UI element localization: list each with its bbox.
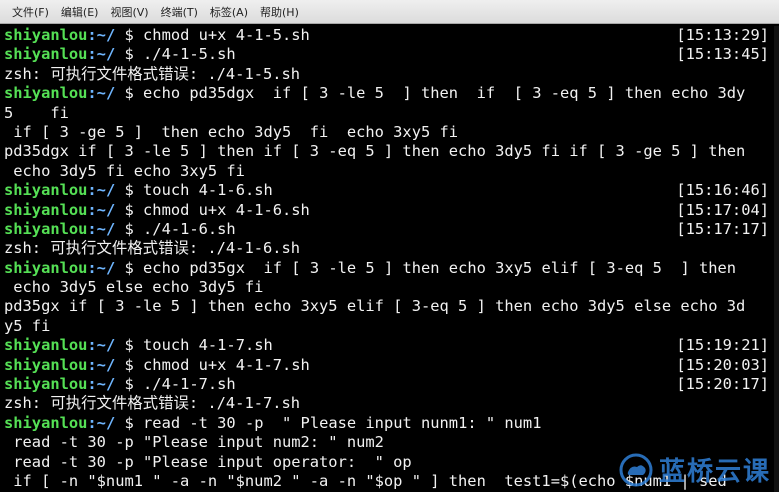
command-text: echo pd35dgx if [ 3 -le 5 ] then if [ 3 … xyxy=(143,84,746,103)
output-line: echo 3dy5 fi echo 3xy5 fi xyxy=(4,161,245,180)
prompt-user: shiyanlou xyxy=(4,45,88,64)
command-text: touch 4-1-7.sh xyxy=(143,336,273,355)
prompt-symbol: $ xyxy=(115,181,144,200)
timestamp: [15:13:45] xyxy=(676,45,769,64)
terminal-output[interactable]: shiyanlou:~/ $ chmod u+x 4-1-5.sh [15:13:… xyxy=(4,26,775,492)
prompt-symbol: $ xyxy=(115,26,144,44)
prompt-line: shiyanlou:~/ $ ./4-1-5.sh [15:13:45] xyxy=(4,45,775,64)
output-line: pd35dgx if [ 3 -le 5 ] then if [ 3 -eq 5… xyxy=(4,142,746,161)
timestamp: [15:13:29] xyxy=(676,26,769,44)
prompt-path: :~/ xyxy=(87,181,116,200)
output-line: read -t 30 -p "Please input num2: " num2 xyxy=(4,433,384,452)
menu-bar: 文件(F) 编辑(E) 视图(V) 终端(T) 标签(A) 帮助(H) xyxy=(0,0,779,24)
timestamp: [15:16:46] xyxy=(676,181,769,200)
prompt-user: shiyanlou xyxy=(4,258,88,277)
prompt-user: shiyanlou xyxy=(4,181,88,200)
prompt-line: shiyanlou:~/ $ echo pd35gx if [ 3 -le 5 … xyxy=(4,259,775,278)
prompt-user: shiyanlou xyxy=(4,219,88,238)
prompt-user: shiyanlou xyxy=(4,413,88,432)
command-text: chmod u+x 4-1-5.sh xyxy=(143,26,310,44)
prompt-path: :~/ xyxy=(87,45,116,64)
timestamp: [15:20:17] xyxy=(676,375,769,394)
output-line: zsh: 可执行文件格式错误: ./4-1-7.sh xyxy=(4,394,301,413)
prompt-line: shiyanlou:~/ $ chmod u+x 4-1-5.sh [15:13:… xyxy=(4,26,775,45)
prompt-path: :~/ xyxy=(87,26,116,44)
timestamp: [15:19:21] xyxy=(676,336,769,355)
prompt-path: :~/ xyxy=(87,258,116,277)
prompt-user: shiyanlou xyxy=(4,26,88,44)
prompt-symbol: $ xyxy=(115,45,144,64)
prompt-symbol: $ xyxy=(115,413,144,432)
prompt-user: shiyanlou xyxy=(4,200,88,219)
menu-view[interactable]: 视图(V) xyxy=(104,4,154,20)
prompt-user: shiyanlou xyxy=(4,375,88,394)
watermark: 蓝桥云课 xyxy=(619,451,771,488)
prompt-line: shiyanlou:~/ $ touch 4-1-6.sh [15:16:46] xyxy=(4,181,775,200)
output-line: y5 fi xyxy=(4,316,51,335)
prompt-symbol: $ xyxy=(115,219,144,238)
menu-file[interactable]: 文件(F) xyxy=(6,4,55,20)
prompt-user: shiyanlou xyxy=(4,355,88,374)
prompt-line: shiyanlou:~/ $ ./4-1-7.sh [15:20:17] xyxy=(4,375,775,394)
prompt-line: shiyanlou:~/ $ ./4-1-6.sh [15:17:17] xyxy=(4,220,775,239)
menu-help[interactable]: 帮助(H) xyxy=(254,4,305,20)
command-text: ./4-1-6.sh xyxy=(143,219,236,238)
command-text: chmod u+x 4-1-6.sh xyxy=(143,200,310,219)
prompt-symbol: $ xyxy=(115,258,144,277)
prompt-path: :~/ xyxy=(87,219,116,238)
output-line: echo 3dy5 else echo 3dy5 fi xyxy=(4,278,264,297)
command-text: ./4-1-7.sh xyxy=(143,375,236,394)
prompt-line: shiyanlou:~/ $ echo pd35dgx if [ 3 -le 5… xyxy=(4,84,775,103)
prompt-user: shiyanlou xyxy=(4,336,88,355)
prompt-symbol: $ xyxy=(115,200,144,219)
command-text: echo pd35gx if [ 3 -le 5 ] then echo 3xy… xyxy=(143,258,737,277)
terminal-window: 文件(F) 编辑(E) 视图(V) 终端(T) 标签(A) 帮助(H) shiy… xyxy=(0,0,779,492)
command-text: read -t 30 -p " Please input nunm1: " nu… xyxy=(143,413,542,432)
prompt-symbol: $ xyxy=(115,84,144,103)
command-text: ./4-1-5.sh xyxy=(143,45,236,64)
menu-terminal[interactable]: 终端(T) xyxy=(155,4,204,20)
prompt-line: shiyanlou:~/ $ chmod u+x 4-1-6.sh [15:17:… xyxy=(4,201,775,220)
prompt-path: :~/ xyxy=(87,336,116,355)
prompt-path: :~/ xyxy=(87,413,116,432)
menu-tabs[interactable]: 标签(A) xyxy=(204,4,254,20)
prompt-path: :~/ xyxy=(87,355,116,374)
output-line: zsh: 可执行文件格式错误: ./4-1-6.sh xyxy=(4,239,301,258)
output-line: pd35gx if [ 3 -le 5 ] then echo 3xy5 eli… xyxy=(4,297,746,316)
cloud-logo-icon xyxy=(619,453,653,486)
prompt-path: :~/ xyxy=(87,84,116,103)
timestamp: [15:17:17] xyxy=(676,219,769,238)
prompt-path: :~/ xyxy=(87,200,116,219)
command-text: chmod u+x 4-1-7.sh xyxy=(143,355,310,374)
prompt-symbol: $ xyxy=(115,375,144,394)
terminal-scrollbar[interactable] xyxy=(774,26,779,492)
timestamp: [15:17:04] xyxy=(676,200,769,219)
prompt-symbol: $ xyxy=(115,336,144,355)
watermark-text: 蓝桥云课 xyxy=(658,457,771,487)
output-line: zsh: 可执行文件格式错误: ./4-1-5.sh xyxy=(4,64,301,83)
output-line: 5 fi xyxy=(4,103,69,122)
prompt-line: shiyanlou:~/ $ chmod u+x 4-1-7.sh [15:20:… xyxy=(4,356,775,375)
prompt-path: :~/ xyxy=(87,375,116,394)
output-line: if [ 3 -ge 5 ] then echo 3dy5 fi echo 3x… xyxy=(4,122,459,141)
command-text: touch 4-1-6.sh xyxy=(143,181,273,200)
prompt-symbol: $ xyxy=(115,355,144,374)
prompt-line: shiyanlou:~/ $ touch 4-1-7.sh [15:19:21] xyxy=(4,336,775,355)
prompt-user: shiyanlou xyxy=(4,84,88,103)
menu-edit[interactable]: 编辑(E) xyxy=(55,4,105,20)
prompt-line: shiyanlou:~/ $ read -t 30 -p " Please in… xyxy=(4,414,775,433)
timestamp: [15:20:03] xyxy=(676,355,769,374)
